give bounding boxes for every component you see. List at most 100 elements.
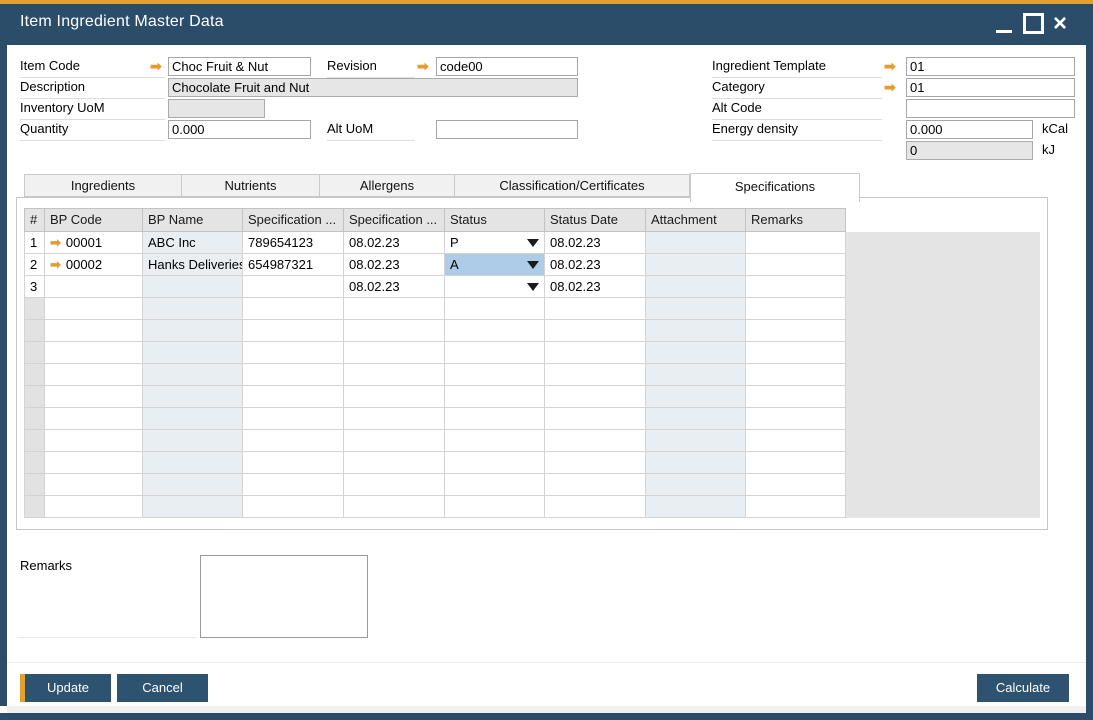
cell-status_date[interactable]	[545, 430, 646, 452]
cell-bp_code[interactable]	[45, 342, 143, 364]
category-input[interactable]	[906, 78, 1075, 97]
cell-spec2[interactable]	[344, 452, 445, 474]
cell-spec2[interactable]: 08.02.23	[344, 232, 445, 254]
cell-status_date[interactable]	[545, 474, 646, 496]
cell-bp_code[interactable]	[45, 364, 143, 386]
cell-status_date[interactable]	[545, 386, 646, 408]
cell-bp_name[interactable]	[143, 474, 243, 496]
cell-bp_name[interactable]	[143, 276, 243, 298]
cell-num[interactable]: 1	[24, 232, 45, 254]
cell-spec1[interactable]	[243, 320, 344, 342]
cell-status[interactable]	[445, 474, 545, 496]
cancel-button[interactable]: Cancel	[117, 674, 208, 702]
cell-status[interactable]	[445, 320, 545, 342]
cell-remarks[interactable]	[746, 364, 846, 386]
cell-spec2[interactable]	[344, 298, 445, 320]
column-header-spec1[interactable]: Specification ...	[243, 208, 344, 232]
cell-spec1[interactable]: 654987321	[243, 254, 344, 276]
cell-remarks[interactable]	[746, 298, 846, 320]
cell-status_date[interactable]	[545, 452, 646, 474]
cell-num[interactable]	[24, 408, 45, 430]
cell-num[interactable]	[24, 430, 45, 452]
cell-bp_code[interactable]	[45, 474, 143, 496]
cell-status[interactable]	[445, 408, 545, 430]
cell-spec2[interactable]	[344, 364, 445, 386]
cell-remarks[interactable]	[746, 452, 846, 474]
cell-attachment[interactable]	[646, 496, 746, 518]
cell-spec1[interactable]	[243, 342, 344, 364]
cell-spec2[interactable]	[344, 496, 445, 518]
tab-ingredients[interactable]: Ingredients	[24, 174, 182, 197]
cell-attachment[interactable]	[646, 320, 746, 342]
cell-bp_name[interactable]	[143, 408, 243, 430]
cell-remarks[interactable]	[746, 342, 846, 364]
cell-bp_code[interactable]: ➡00001	[45, 232, 143, 254]
cell-attachment[interactable]	[646, 254, 746, 276]
calculate-button[interactable]: Calculate	[977, 674, 1069, 702]
cell-remarks[interactable]	[746, 496, 846, 518]
cell-bp_code[interactable]	[45, 408, 143, 430]
cell-attachment[interactable]	[646, 386, 746, 408]
column-header-bp_name[interactable]: BP Name	[143, 208, 243, 232]
cell-num[interactable]	[24, 386, 45, 408]
column-header-spec2[interactable]: Specification ...	[344, 208, 445, 232]
cell-remarks[interactable]	[746, 276, 846, 298]
column-header-remarks[interactable]: Remarks	[746, 208, 846, 232]
cell-status[interactable]	[445, 298, 545, 320]
cell-num[interactable]	[24, 298, 45, 320]
revision-link-arrow-icon[interactable]: ➡	[417, 58, 429, 74]
bp-code-link-arrow-icon[interactable]: ➡	[50, 257, 61, 272]
cell-status_date[interactable]	[545, 298, 646, 320]
cell-bp_name[interactable]	[143, 364, 243, 386]
cell-status[interactable]	[445, 386, 545, 408]
cell-spec1[interactable]: 789654123	[243, 232, 344, 254]
cell-status_date[interactable]: 08.02.23	[545, 232, 646, 254]
cell-status_date[interactable]	[545, 496, 646, 518]
cell-spec2[interactable]	[344, 386, 445, 408]
cell-bp_name[interactable]: ABC Inc	[143, 232, 243, 254]
maximize-icon[interactable]	[1023, 13, 1044, 34]
cell-spec2[interactable]	[344, 474, 445, 496]
cell-remarks[interactable]	[746, 408, 846, 430]
cell-status_date[interactable]	[545, 408, 646, 430]
cell-bp_name[interactable]	[143, 496, 243, 518]
cell-spec1[interactable]	[243, 430, 344, 452]
cell-num[interactable]	[24, 474, 45, 496]
cell-status[interactable]	[445, 452, 545, 474]
cell-num[interactable]	[24, 364, 45, 386]
quantity-input[interactable]	[168, 120, 311, 139]
cell-spec2[interactable]: 08.02.23	[344, 254, 445, 276]
ingredient-template-link-arrow-icon[interactable]: ➡	[884, 58, 896, 74]
title-bar[interactable]: Item Ingredient Master Data ×	[0, 4, 1093, 45]
cell-spec1[interactable]	[243, 452, 344, 474]
cell-num[interactable]	[24, 452, 45, 474]
cell-attachment[interactable]	[646, 474, 746, 496]
cell-remarks[interactable]	[746, 232, 846, 254]
column-header-bp_code[interactable]: BP Code	[45, 208, 143, 232]
tab-specifications[interactable]: Specifications	[690, 173, 860, 202]
cell-attachment[interactable]	[646, 430, 746, 452]
cell-remarks[interactable]	[746, 474, 846, 496]
status-dropdown-icon[interactable]	[527, 239, 539, 247]
cell-status[interactable]	[445, 276, 545, 298]
cell-spec1[interactable]	[243, 496, 344, 518]
remarks-textarea[interactable]	[200, 555, 368, 638]
cell-attachment[interactable]	[646, 298, 746, 320]
cell-status_date[interactable]: 08.02.23	[545, 254, 646, 276]
column-header-status[interactable]: Status	[445, 208, 545, 232]
cell-spec2[interactable]: 08.02.23	[344, 276, 445, 298]
cell-bp_name[interactable]	[143, 342, 243, 364]
cell-status[interactable]	[445, 496, 545, 518]
alt-uom-input[interactable]	[436, 120, 578, 139]
cell-spec1[interactable]	[243, 386, 344, 408]
cell-remarks[interactable]	[746, 254, 846, 276]
cell-remarks[interactable]	[746, 320, 846, 342]
cell-num[interactable]: 2	[24, 254, 45, 276]
cell-bp_code[interactable]	[45, 496, 143, 518]
cell-bp_code[interactable]: ➡00002	[45, 254, 143, 276]
status-dropdown-icon[interactable]	[527, 283, 539, 291]
cell-spec2[interactable]	[344, 430, 445, 452]
cell-bp_name[interactable]	[143, 386, 243, 408]
category-link-arrow-icon[interactable]: ➡	[884, 79, 896, 95]
cell-num[interactable]	[24, 320, 45, 342]
